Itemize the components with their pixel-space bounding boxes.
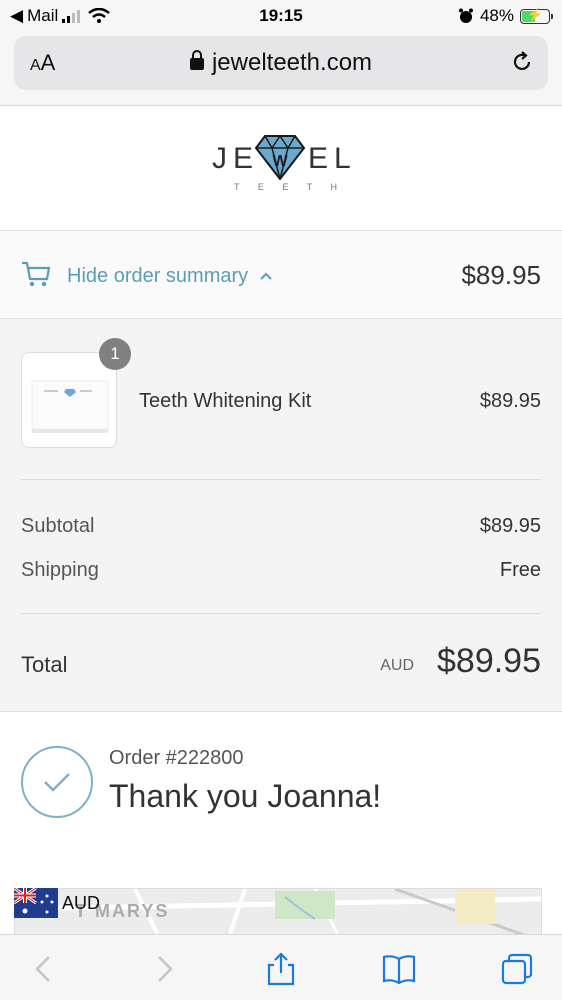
browser-toolbar (0, 934, 562, 1000)
cart-icon (22, 261, 51, 287)
jewel-logo[interactable]: JE W EL T E E T H (212, 134, 352, 196)
logo-word-left: JE (212, 142, 260, 175)
checkmark-circle-icon (21, 746, 93, 818)
subtotal-value: $89.95 (479, 515, 541, 537)
status-right: 48% ⚡ (458, 6, 553, 26)
product-image (31, 380, 109, 433)
divider (21, 613, 541, 614)
site-header: JE W EL T E E T H (0, 106, 562, 231)
svg-text:W: W (272, 153, 288, 170)
browser-chrome: AA jewelteeth.com (0, 32, 562, 106)
order-number: Order #222800 (109, 747, 244, 769)
order-summary: Teeth Whitening Kit $89.95 Subtotal $89.… (0, 319, 562, 712)
bookmarks-icon[interactable] (381, 951, 417, 987)
battery-percent: 48% (479, 6, 514, 25)
lock-icon (189, 50, 204, 70)
total-currency: AUD (380, 657, 414, 674)
forward-icon[interactable] (146, 951, 182, 987)
australia-flag-icon (14, 888, 58, 918)
divider (21, 479, 541, 480)
summary-total: $89.95 (461, 260, 541, 290)
product-price: $89.95 (479, 390, 541, 412)
status-bar: ◀ Mail 19:15 48% ⚡ (0, 0, 562, 32)
tabs-icon[interactable] (499, 951, 535, 987)
order-confirmation: Order #222800 Thank you Joanna! (0, 712, 562, 888)
chevron-up-icon (260, 272, 272, 280)
total-value: $89.95 (437, 642, 541, 680)
charging-bolt-icon: ⚡ (526, 6, 544, 22)
subtotal-label: Subtotal (21, 515, 95, 537)
url-text: jewelteeth.com (211, 49, 373, 76)
back-icon[interactable] (26, 951, 62, 987)
currency-selector[interactable]: AUD (14, 888, 100, 918)
shipping-value: Free (499, 559, 541, 581)
reload-icon[interactable] (510, 50, 534, 74)
shipping-label: Shipping (21, 559, 99, 581)
address-bar[interactable]: AA jewelteeth.com (14, 36, 548, 90)
thank-you-message: Thank you Joanna! (109, 778, 382, 814)
logo-word-right: EL (308, 142, 357, 175)
url-display[interactable]: jewelteeth.com (14, 49, 548, 77)
order-summary-toggle[interactable]: Hide order summary $89.95 (0, 231, 562, 319)
diamond-logo-icon: W (255, 134, 305, 180)
alarm-icon (458, 8, 473, 23)
toggle-label: Hide order summary (67, 265, 249, 287)
quantity-badge: 1 (99, 338, 131, 370)
checkmark-icon (44, 773, 70, 792)
share-icon[interactable] (263, 951, 299, 987)
logo-tagline: T E E T H (234, 182, 346, 192)
battery-icon: ⚡ (520, 6, 553, 24)
product-thumbnail (21, 352, 117, 448)
toggle-label-wrap[interactable]: Hide order summary (67, 265, 272, 288)
product-name: Teeth Whitening Kit (139, 390, 312, 412)
total-label: Total (21, 652, 68, 677)
currency-label: AUD (62, 892, 101, 913)
